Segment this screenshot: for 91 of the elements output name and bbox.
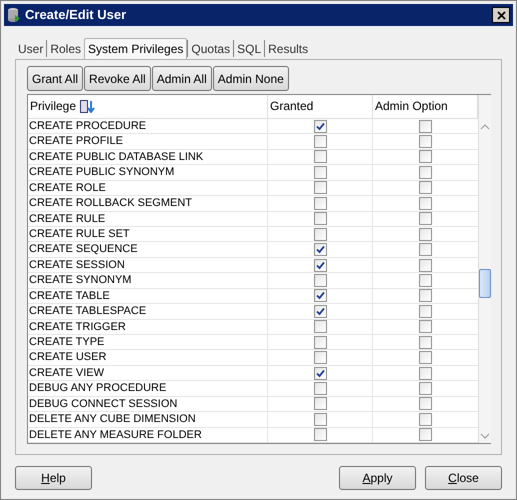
checkbox[interactable] — [419, 336, 432, 349]
checkbox[interactable] — [419, 166, 432, 179]
toolbar-button[interactable]: Grant All — [27, 66, 84, 91]
checkbox[interactable] — [419, 274, 432, 287]
close-icon — [496, 10, 506, 20]
checkmark-icon — [316, 368, 324, 378]
database-icon — [7, 7, 21, 23]
checkbox[interactable] — [314, 304, 326, 318]
checkbox[interactable] — [314, 320, 326, 334]
dialog-button[interactable]: Apply — [339, 466, 416, 490]
checkbox[interactable] — [419, 135, 432, 148]
checkbox[interactable] — [419, 212, 432, 226]
checkbox[interactable] — [419, 428, 432, 442]
table-cell: DELETE ANY MEASURE FOLDER — [28, 428, 268, 442]
checkbox[interactable] — [419, 243, 432, 256]
checkbox[interactable] — [314, 397, 326, 410]
checkbox[interactable] — [314, 150, 326, 164]
table-cell: CREATE RULE — [28, 212, 268, 226]
checkbox[interactable] — [314, 166, 326, 179]
tab[interactable]: SQL — [233, 40, 264, 57]
checkmark-icon — [316, 122, 324, 131]
checkbox[interactable] — [419, 351, 432, 364]
checkbox[interactable] — [419, 228, 432, 241]
tab[interactable]: Quotas — [187, 40, 234, 57]
checkbox[interactable] — [419, 304, 432, 318]
checkbox[interactable] — [314, 228, 326, 241]
toolbar-button[interactable]: Admin None — [212, 66, 289, 91]
sort-icon — [80, 100, 96, 113]
column-header[interactable]: Privilege — [28, 95, 268, 118]
checkbox[interactable] — [314, 120, 326, 133]
checkbox[interactable] — [314, 336, 326, 349]
column-title: Admin Option — [375, 98, 448, 116]
table-cell: CREATE SESSION — [28, 258, 268, 272]
checkbox[interactable] — [314, 212, 326, 226]
tab[interactable]: System Privileges — [84, 38, 188, 59]
checkbox[interactable] — [314, 351, 326, 364]
checkbox[interactable] — [419, 397, 432, 410]
scroll-thumb[interactable] — [479, 269, 491, 298]
column-title: Granted — [270, 98, 314, 116]
table-cell: CREATE RULE SET — [28, 226, 268, 242]
checkbox[interactable] — [314, 258, 326, 272]
checkbox[interactable] — [314, 366, 326, 380]
checkbox[interactable] — [314, 412, 326, 426]
scroll-down-icon — [479, 431, 491, 441]
column-title: Privilege — [30, 98, 76, 116]
checkbox[interactable] — [419, 120, 432, 133]
checkbox[interactable] — [419, 289, 432, 302]
checkbox[interactable] — [314, 243, 326, 256]
toolbar-button[interactable]: Admin All — [152, 66, 212, 91]
scroll-up-icon — [479, 122, 491, 132]
close-button[interactable] — [492, 7, 510, 23]
table-cell: DELETE ANY CUBE DIMENSION — [28, 412, 268, 427]
table-cell: CREATE TRIGGER — [28, 320, 268, 334]
checkbox[interactable] — [419, 320, 432, 334]
checkbox[interactable] — [419, 382, 432, 396]
table-cell: CREATE TABLE — [28, 288, 268, 304]
window-title: Create/Edit User — [25, 6, 128, 24]
table-cell: CREATE TYPE — [28, 335, 268, 350]
table-cell: CREATE PROFILE — [28, 134, 268, 149]
dialog-button[interactable]: Help — [15, 466, 92, 490]
table-cell: CREATE PUBLIC DATABASE LINK — [28, 150, 268, 164]
table-cell: CREATE USER — [28, 350, 268, 365]
table-cell: CREATE VIEW — [28, 366, 268, 380]
checkbox[interactable] — [314, 196, 326, 210]
table-cell: CREATE SYNONYM — [28, 273, 268, 288]
column-header[interactable]: Granted — [268, 95, 373, 118]
checkbox[interactable] — [314, 274, 326, 287]
checkbox[interactable] — [419, 196, 432, 210]
table-cell: CREATE ROLLBACK SEGMENT — [28, 196, 268, 211]
scrollbar[interactable] — [478, 95, 491, 443]
checkbox[interactable] — [419, 412, 432, 426]
table-cell: CREATE ROLE — [28, 180, 268, 196]
checkbox[interactable] — [314, 289, 326, 302]
checkbox[interactable] — [314, 428, 326, 442]
tab[interactable]: Results — [264, 40, 312, 57]
checkbox[interactable] — [419, 181, 432, 194]
checkbox[interactable] — [314, 382, 326, 396]
checkbox[interactable] — [419, 150, 432, 164]
table-cell: DEBUG CONNECT SESSION — [28, 396, 268, 412]
table-cell: CREATE TABLESPACE — [28, 304, 268, 319]
checkbox[interactable] — [419, 366, 432, 380]
dialog-button[interactable]: Close — [425, 466, 502, 490]
table-cell: DEBUG ANY PROCEDURE — [28, 381, 268, 396]
checkbox[interactable] — [419, 258, 432, 272]
table-cell: CREATE PROCEDURE — [28, 118, 268, 134]
table-cell: CREATE PUBLIC SYNONYM — [28, 165, 268, 180]
table-cell: CREATE SEQUENCE — [28, 242, 268, 257]
checkbox[interactable] — [314, 135, 326, 148]
checkbox[interactable] — [314, 181, 326, 194]
toolbar-button[interactable]: Revoke All — [84, 66, 151, 91]
tab[interactable]: User — [15, 40, 46, 57]
